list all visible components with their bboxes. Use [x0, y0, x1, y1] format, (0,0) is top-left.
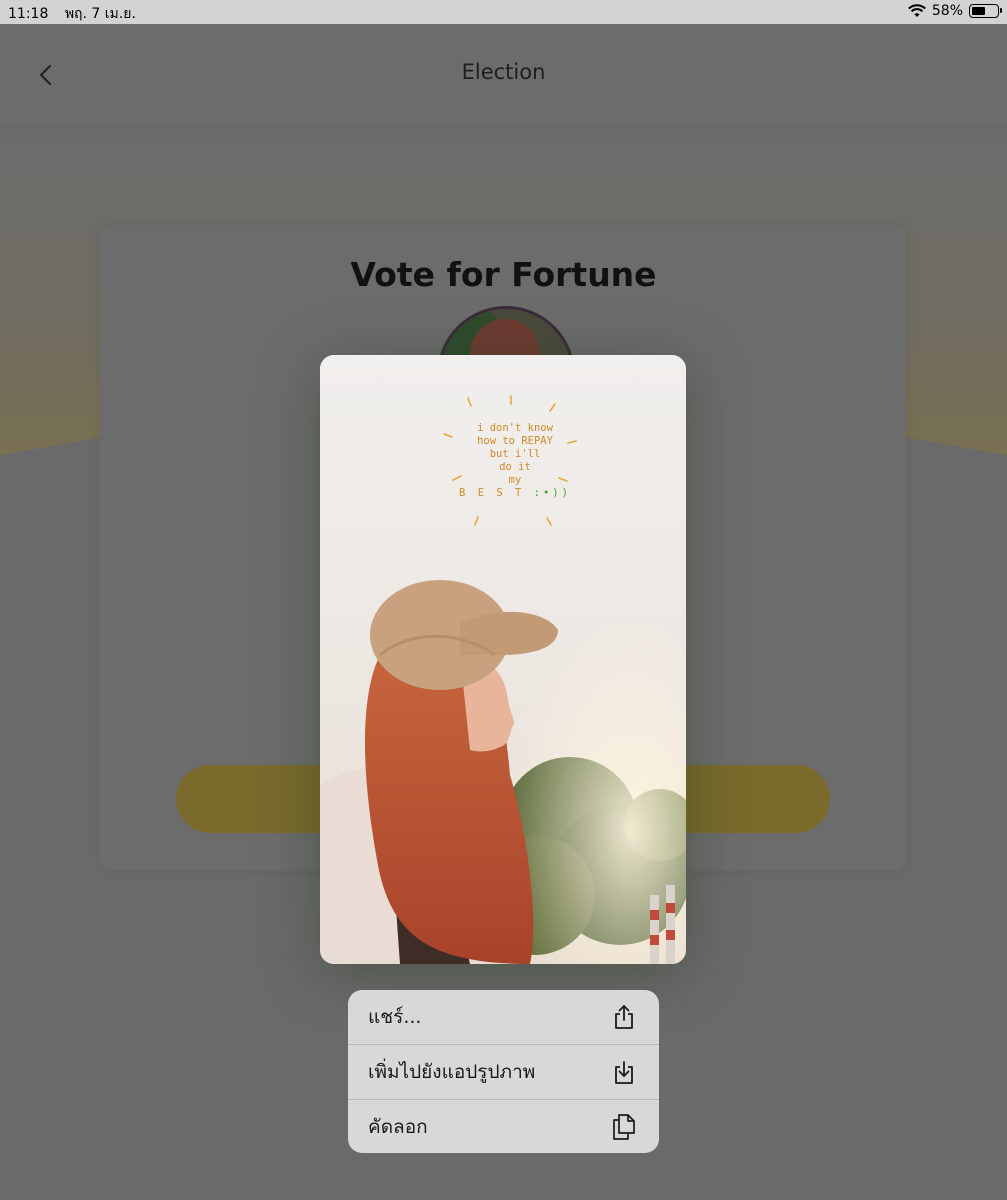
- status-bar: 11:18 พฤ. 7 เม.ย. 58%: [0, 0, 1007, 24]
- save-to-photos-icon: [615, 1061, 633, 1084]
- quote-line: my: [508, 474, 522, 486]
- status-left: 11:18 พฤ. 7 เม.ย.: [8, 3, 148, 25]
- menu-item-copy[interactable]: คัดลอก: [348, 1100, 659, 1153]
- status-time: 11:18: [8, 6, 49, 22]
- copy-icon: [613, 1114, 635, 1140]
- menu-item-label: เพิ่มไปยังแอปรูปภาพ: [368, 1061, 536, 1083]
- page-title: Election: [461, 60, 546, 84]
- handwritten-quote: i don't know how to REPAY but i'll do it…: [450, 422, 580, 500]
- share-icon: [615, 1005, 633, 1029]
- status-right: 58%: [907, 3, 1002, 19]
- smiley-doodle: :•)): [533, 487, 571, 499]
- image-preview: i don't know how to REPAY but i'll do it…: [320, 355, 686, 964]
- menu-item-label: คัดลอก: [368, 1116, 428, 1138]
- battery-icon: [969, 4, 1002, 18]
- quote-line: but i'll: [489, 448, 541, 460]
- status-date: พฤ. 7 เม.ย.: [64, 6, 136, 22]
- quote-line-best: B E S T :•)): [459, 487, 571, 499]
- menu-item-label: แชร์...: [368, 1006, 422, 1028]
- context-menu: แชร์... เพิ่มไปยังแอปรูปภาพ คัดลอก: [348, 990, 659, 1153]
- quote-line: i don't know: [477, 422, 553, 434]
- wifi-icon: [907, 4, 926, 17]
- menu-item-save-to-photos[interactable]: เพิ่มไปยังแอปรูปภาพ: [348, 1045, 659, 1100]
- quote-line: how to REPAY: [477, 435, 553, 447]
- menu-item-share[interactable]: แชร์...: [348, 990, 659, 1045]
- quote-line: do it: [499, 461, 531, 473]
- vote-card-title: Vote for Fortune: [350, 255, 657, 294]
- battery-percent: 58%: [931, 3, 963, 19]
